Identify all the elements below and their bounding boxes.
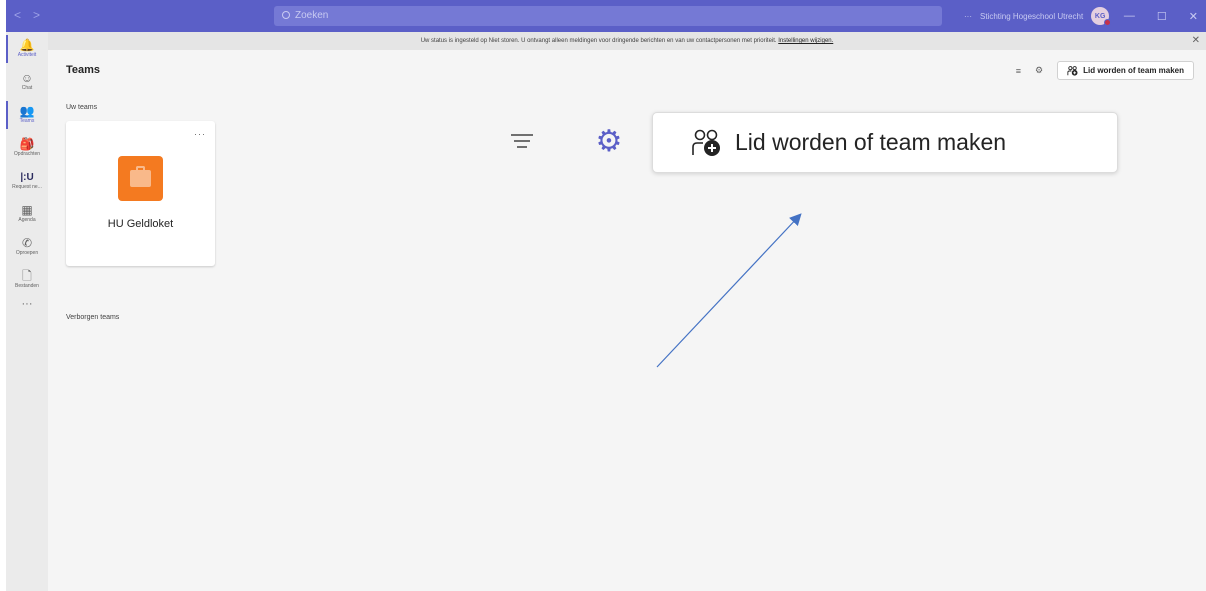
close-window-icon[interactable]: ✕ bbox=[1189, 10, 1198, 23]
rail-item-activity[interactable]: 🔔 Activiteit bbox=[6, 32, 48, 65]
rail-item-label: Teams bbox=[19, 118, 35, 124]
title-bar: < > Zoeken ··· Stichting Hogeschool Utre… bbox=[6, 0, 1206, 32]
banner-text: Uw status is ingesteld op Niet storen. U… bbox=[420, 38, 777, 44]
forward-arrow-icon[interactable]: > bbox=[33, 8, 40, 22]
calendar-icon: ▦ bbox=[21, 203, 33, 217]
file-icon: 🗋 bbox=[22, 269, 32, 283]
join-or-create-team-button-zoomed[interactable]: Lid worden of team maken bbox=[652, 112, 1118, 173]
rail-item-calls[interactable]: ✆ Oproepen bbox=[6, 230, 48, 263]
banner-settings-link[interactable]: Instellingen wijzigen. bbox=[778, 38, 833, 44]
filter-icon-zoomed bbox=[511, 134, 533, 152]
status-dnd-icon bbox=[1104, 19, 1112, 26]
app-rail: 🔔 Activiteit ☺ Chat 👥 Teams 🎒 Opdrachten… bbox=[6, 32, 48, 591]
rail-item-assignments[interactable]: 🎒 Opdrachten bbox=[6, 131, 48, 164]
chat-icon: ☺ bbox=[20, 71, 34, 85]
gear-icon-zoomed: ⚙ bbox=[595, 125, 623, 158]
page-title: Teams bbox=[66, 64, 101, 76]
rail-item-label: Bestanden bbox=[15, 283, 39, 289]
phone-icon: ✆ bbox=[21, 236, 33, 250]
gear-icon[interactable]: ⚙ bbox=[1035, 65, 1043, 76]
rail-item-label: Agenda bbox=[18, 217, 36, 223]
assignments-icon: 🎒 bbox=[19, 137, 35, 151]
team-avatar bbox=[118, 156, 163, 201]
avatar-initials: KG bbox=[1094, 12, 1106, 20]
people-add-icon-zoomed bbox=[692, 129, 720, 156]
team-more-options-icon[interactable]: ··· bbox=[194, 129, 206, 139]
more-options-icon[interactable]: ··· bbox=[964, 12, 972, 21]
more-apps-icon[interactable]: ··· bbox=[6, 298, 48, 310]
hidden-teams-heading: Verborgen teams bbox=[66, 314, 120, 321]
rail-item-label: Opdrachten bbox=[13, 151, 41, 157]
maximize-icon[interactable]: ☐ bbox=[1157, 10, 1167, 23]
search-input[interactable]: Zoeken bbox=[274, 6, 942, 26]
rail-item-chat[interactable]: ☺ Chat bbox=[6, 65, 48, 98]
header-toolbar: ≡ ⚙ Lid worden of team maken bbox=[1016, 61, 1194, 80]
history-nav: < > bbox=[14, 8, 40, 22]
rail-item-calendar[interactable]: ▦ Agenda bbox=[6, 197, 48, 230]
account-area: ··· Stichting Hogeschool Utrecht KG bbox=[964, 0, 1112, 32]
hu-icon: |:U bbox=[20, 172, 34, 183]
rail-item-label: Activiteit bbox=[17, 52, 37, 58]
your-teams-heading: Uw teams bbox=[66, 104, 98, 111]
back-arrow-icon[interactable]: < bbox=[14, 8, 21, 22]
rail-item-teams[interactable]: 👥 Teams bbox=[6, 98, 48, 131]
team-name: HU Geldloket bbox=[107, 218, 174, 230]
teams-icon: 👥 bbox=[19, 104, 35, 118]
rail-item-label: Chat bbox=[21, 85, 33, 91]
search-placeholder: Zoeken bbox=[295, 10, 329, 21]
window-controls: — ☐ ✕ bbox=[1124, 0, 1198, 32]
toolbox-icon bbox=[130, 170, 151, 187]
dnd-banner: Uw status is ingesteld op Niet storen. U… bbox=[48, 32, 1206, 50]
rail-item-label: Oproepen bbox=[15, 250, 39, 256]
avatar[interactable]: KG bbox=[1091, 7, 1112, 26]
bell-icon: 🔔 bbox=[19, 38, 35, 52]
search-icon bbox=[282, 11, 290, 19]
rail-item-label: Request ne... bbox=[12, 184, 42, 190]
rail-item-request[interactable]: |:U Request ne... bbox=[6, 164, 48, 197]
team-card[interactable]: ··· HU Geldloket bbox=[66, 121, 215, 266]
teams-app: < > Zoeken ··· Stichting Hogeschool Utre… bbox=[6, 0, 1206, 591]
minimize-icon[interactable]: — bbox=[1124, 10, 1135, 22]
org-name: Stichting Hogeschool Utrecht bbox=[980, 11, 1084, 21]
join-button-label: Lid worden of team maken bbox=[1083, 66, 1184, 75]
rail-item-files[interactable]: 🗋 Bestanden bbox=[6, 263, 48, 296]
close-icon[interactable]: ✕ bbox=[1192, 32, 1200, 50]
people-add-icon bbox=[1067, 65, 1078, 76]
join-button-label-zoomed: Lid worden of team maken bbox=[735, 129, 1007, 155]
join-or-create-team-button[interactable]: Lid worden of team maken bbox=[1057, 61, 1194, 80]
filter-icon[interactable]: ≡ bbox=[1016, 66, 1021, 76]
